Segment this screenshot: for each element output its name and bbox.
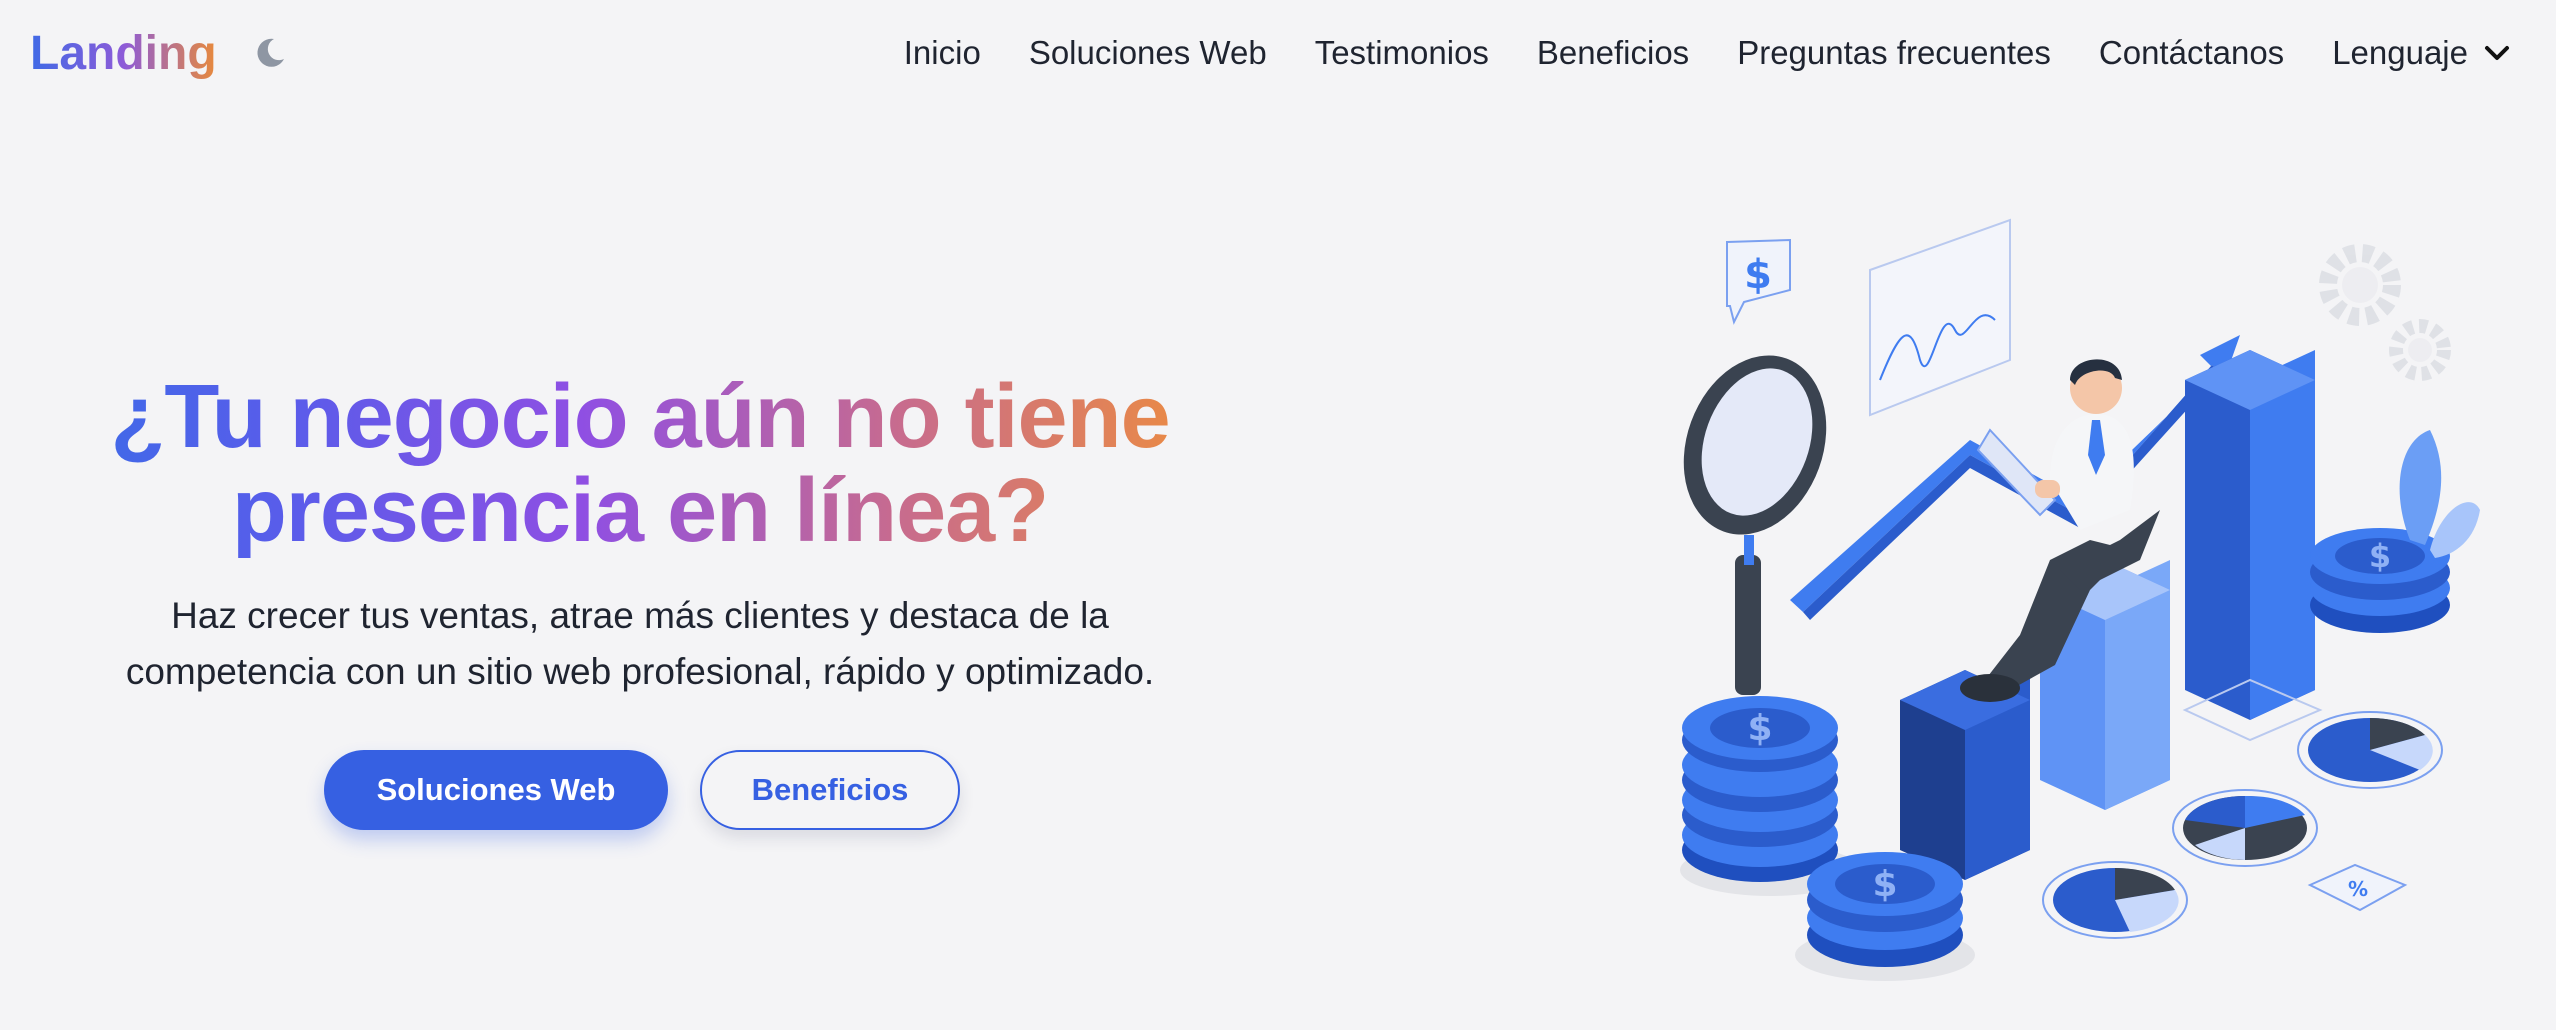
nav-links: Inicio Soluciones Web Testimonios Benefi… [880,34,2526,72]
dollar-coin-icon: $ [1807,852,1963,967]
svg-text:$: $ [2369,537,2391,575]
svg-text:%: % [2348,877,2368,901]
business-growth-illustration: $ $ $ $ % [1660,210,2510,990]
brand: Landing [30,26,293,81]
plant-icon [2399,430,2480,558]
dollar-coin-icon: $ [1682,696,1838,882]
svg-text:$: $ [1747,708,1772,749]
gear-icon [2319,244,2451,381]
navbar: Landing Inicio Soluciones Web Testimonio… [0,0,2556,106]
nav-link-testimonios[interactable]: Testimonios [1291,34,1513,72]
nav-link-contactanos[interactable]: Contáctanos [2075,34,2308,72]
pie-chart-icon [2297,711,2443,789]
language-dropdown[interactable]: Lenguaje [2308,34,2526,72]
soluciones-web-button[interactable]: Soluciones Web [324,750,668,830]
beneficios-button[interactable]: Beneficios [700,750,960,830]
pie-chart-icon [2042,861,2188,939]
hero-subtitle: Haz crecer tus ventas, atrae más cliente… [60,588,1220,700]
hero-title: ¿Tu negocio aún no tiene presencia en lí… [60,370,1220,558]
svg-text:$: $ [1872,864,1897,905]
nav-link-soluciones-web[interactable]: Soluciones Web [1005,34,1291,72]
hero-title-line-1: ¿Tu negocio aún no tiene [110,367,1170,467]
hero-subtitle-line-1: Haz crecer tus ventas, atrae más cliente… [171,595,1109,636]
line-chart-icon [1869,218,2011,417]
nav-link-preguntas-frecuentes[interactable]: Preguntas frecuentes [1713,34,2075,72]
chevron-down-icon [2485,46,2509,60]
dollar-bubble-icon: $ [1726,238,1791,325]
logo[interactable]: Landing [30,26,217,81]
percent-tag-icon: % [2307,863,2408,912]
nav-link-inicio[interactable]: Inicio [880,34,1005,72]
pie-chart-icon [2172,789,2318,867]
dollar-coin-icon: $ [2310,528,2450,633]
moon-icon[interactable] [247,30,293,76]
language-label: Lenguaje [2332,34,2468,71]
hero-buttons: Soluciones Web Beneficios [60,750,1220,830]
hero-subtitle-line-2: competencia con un sitio web profesional… [125,651,1155,692]
hero-content: ¿Tu negocio aún no tiene presencia en lí… [60,370,1220,830]
magnifier-icon [1683,355,1827,695]
hero-title-line-2: presencia en línea? [231,461,1049,561]
svg-text:$: $ [1744,252,1772,298]
nav-link-beneficios[interactable]: Beneficios [1513,34,1713,72]
